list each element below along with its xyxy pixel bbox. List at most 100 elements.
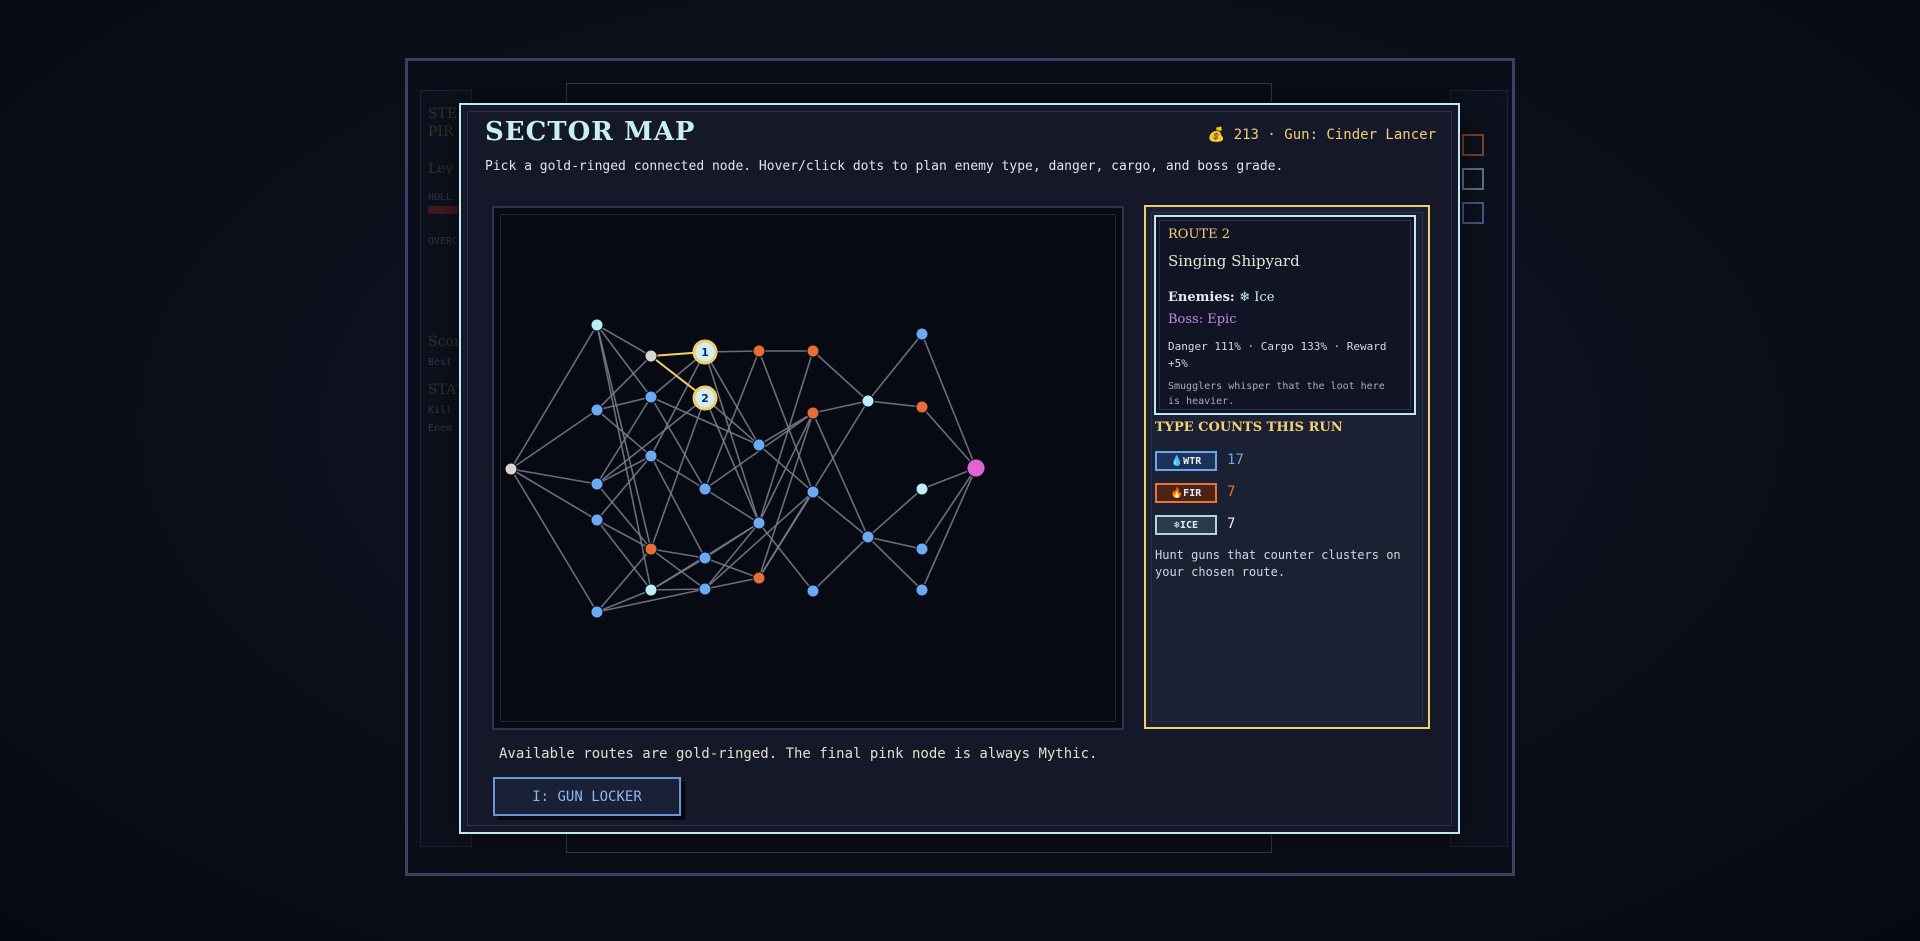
fire-node-dot [644, 542, 658, 556]
fire-node-dot [915, 400, 929, 414]
fire-node-dot [752, 344, 766, 358]
available-route-node[interactable]: 2 [692, 385, 718, 411]
fire-node-dot [806, 344, 820, 358]
route-name: Singing Shipyard [1168, 252, 1300, 270]
map-node[interactable] [644, 583, 658, 597]
route-enemies: Enemies: ❄ Ice [1168, 290, 1274, 305]
ice-node-dot [644, 583, 658, 597]
bg-hull-bar [428, 206, 460, 214]
map-node[interactable] [861, 530, 875, 544]
map-node[interactable] [590, 513, 604, 527]
type-count-row-water: 💧WTR 17 [1155, 451, 1405, 471]
route-number-label: 2 [701, 392, 709, 405]
map-route-edge [867, 536, 923, 591]
ice-node-dot [861, 394, 875, 408]
map-node[interactable] [806, 485, 820, 499]
ice-type-chip: ❄ICE [1155, 515, 1217, 535]
water-node-dot [698, 551, 712, 565]
mythic-boss-node[interactable] [966, 458, 986, 478]
route-label: ROUTE 2 [1168, 227, 1230, 242]
map-route-edge [650, 588, 706, 591]
map-node[interactable] [752, 438, 766, 452]
map-node[interactable] [752, 571, 766, 585]
map-route-edge [510, 409, 598, 470]
water-node-dot [698, 482, 712, 496]
map-route-edge [867, 333, 923, 402]
type-counts-title: TYPE COUNTS THIS RUN [1155, 420, 1343, 435]
available-route-node[interactable]: 1 [692, 339, 718, 365]
gun-locker-button[interactable]: I: GUN LOCKER [493, 777, 681, 816]
map-route-edge [596, 396, 652, 485]
map-node[interactable] [504, 462, 518, 476]
map-node[interactable] [806, 406, 820, 420]
water-node-dot [590, 403, 604, 417]
map-route-edge [596, 324, 652, 357]
map-node[interactable] [915, 583, 929, 597]
water-count: 17 [1227, 452, 1244, 468]
enemies-label: Enemies: [1168, 290, 1235, 305]
bg-text: PIR [428, 124, 454, 140]
map-route-edge [867, 536, 923, 550]
bg-text: Scor [428, 334, 461, 350]
map-route-edge [812, 350, 869, 402]
map-node[interactable] [644, 542, 658, 556]
bg-text: Enem [428, 423, 453, 434]
map-node[interactable] [698, 482, 712, 496]
map-route-edge [758, 350, 814, 493]
map-node[interactable] [752, 516, 766, 530]
map-route-edge [596, 519, 652, 550]
water-node-dot [698, 582, 712, 596]
map-route-edge [596, 455, 652, 521]
map-node[interactable] [915, 327, 929, 341]
map-node[interactable] [698, 582, 712, 596]
ice-node-dot [915, 482, 929, 496]
fire-type-chip: 🔥FIR [1155, 483, 1217, 503]
map-route-edge [812, 412, 869, 538]
water-node-dot [644, 390, 658, 404]
map-node[interactable] [590, 477, 604, 491]
map-node[interactable] [861, 394, 875, 408]
map-node[interactable] [644, 390, 658, 404]
mythic-node-dot [966, 458, 986, 478]
bg-text: OVERC [428, 236, 459, 247]
map-node[interactable] [698, 551, 712, 565]
map-node[interactable] [644, 349, 658, 363]
water-type-chip: 💧WTR [1155, 451, 1217, 471]
map-node[interactable] [590, 403, 604, 417]
water-node-dot [752, 438, 766, 452]
water-node-dot [590, 605, 604, 619]
gold-and-gun-status: 💰 213 · Gun: Cinder Lancer [1207, 127, 1436, 143]
bg-chip [1462, 168, 1484, 190]
type-count-row-ice: ❄ICE 7 [1155, 515, 1405, 535]
water-node-dot [861, 530, 875, 544]
map-caption: Available routes are gold-ringed. The fi… [499, 746, 1098, 762]
map-node[interactable] [915, 482, 929, 496]
water-node-dot [806, 584, 820, 598]
map-route-edge [596, 409, 652, 457]
type-count-row-fire: 🔥FIR 7 [1155, 483, 1405, 503]
map-route-edge [867, 400, 923, 408]
map-node[interactable] [590, 605, 604, 619]
map-route-edge [596, 589, 652, 613]
map-route-edge [812, 491, 869, 538]
bg-text: Best [428, 357, 453, 368]
map-route-edge [867, 488, 923, 538]
water-node-dot [806, 485, 820, 499]
bg-chip [1462, 202, 1484, 224]
water-node-dot [915, 327, 929, 341]
map-node[interactable] [915, 542, 929, 556]
map-node[interactable] [644, 449, 658, 463]
map-node[interactable] [806, 344, 820, 358]
water-node-dot [590, 513, 604, 527]
route-flavor-text: Smugglers whisper that the loot here is … [1168, 381, 1385, 407]
map-route-edge [812, 400, 869, 414]
map-route-edge [704, 350, 760, 490]
map-node[interactable] [752, 344, 766, 358]
enemies-value: ❄ Ice [1239, 290, 1275, 305]
map-node[interactable] [915, 400, 929, 414]
map-node[interactable] [806, 584, 820, 598]
map-node[interactable] [590, 318, 604, 332]
type-counts-hint: Hunt guns that counter clusters on your … [1155, 548, 1401, 579]
map-route-edge [596, 396, 652, 411]
route-number-label: 1 [701, 346, 709, 359]
